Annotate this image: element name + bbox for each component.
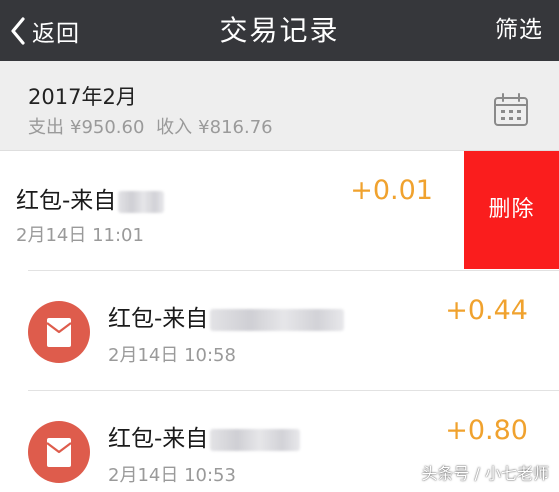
month-totals: 支出 ¥950.60 收入 ¥816.76 (28, 113, 279, 139)
page-title: 交易记录 (219, 14, 340, 47)
transaction-time: 2月14日 11:01 (16, 225, 144, 246)
transaction-time: 2月14日 10:53 (108, 465, 236, 486)
transaction-title: 红包-来自 (108, 419, 301, 453)
transaction-amount: +0.44 (445, 295, 528, 326)
filter-button[interactable]: 筛选 (495, 0, 543, 61)
redacted-name (210, 308, 345, 331)
navigation-bar: 返回 交易记录 筛选 (0, 0, 559, 61)
transaction-title-text: 红包-来自 (108, 306, 209, 332)
transaction-title: 红包-来自 (16, 181, 165, 215)
transaction-amount: +0.80 (445, 415, 528, 446)
transaction-title: 红包-来自 (108, 299, 345, 333)
delete-button[interactable]: 删除 (464, 151, 559, 269)
month-label[interactable]: 2017年2月 (28, 81, 137, 111)
red-envelope-icon (28, 301, 90, 363)
red-envelope-icon (28, 421, 90, 483)
expense-label: 支出 (28, 117, 64, 138)
transaction-amount: +0.01 (350, 175, 433, 206)
income-value: ¥816.76 (198, 117, 273, 138)
calendar-icon[interactable] (493, 92, 529, 128)
redacted-name (210, 428, 301, 451)
watermark: 头条号 / 小七老师 (421, 464, 549, 483)
transaction-title-text: 红包-来自 (108, 426, 209, 452)
month-summary-header: 2017年2月 支出 ¥950.60 收入 ¥816.76 (0, 61, 559, 151)
expense-value: ¥950.60 (70, 117, 145, 138)
transaction-time: 2月14日 10:58 (108, 345, 236, 366)
income-label: 收入 (156, 117, 193, 138)
transaction-row[interactable]: 红包-来自 2月14日 11:01 +0.01 删除 (0, 151, 559, 269)
transaction-title-text: 红包-来自 (16, 188, 117, 214)
transaction-row[interactable]: 红包-来自 2月14日 10:58 +0.44 (0, 271, 559, 389)
redacted-name (118, 190, 165, 213)
